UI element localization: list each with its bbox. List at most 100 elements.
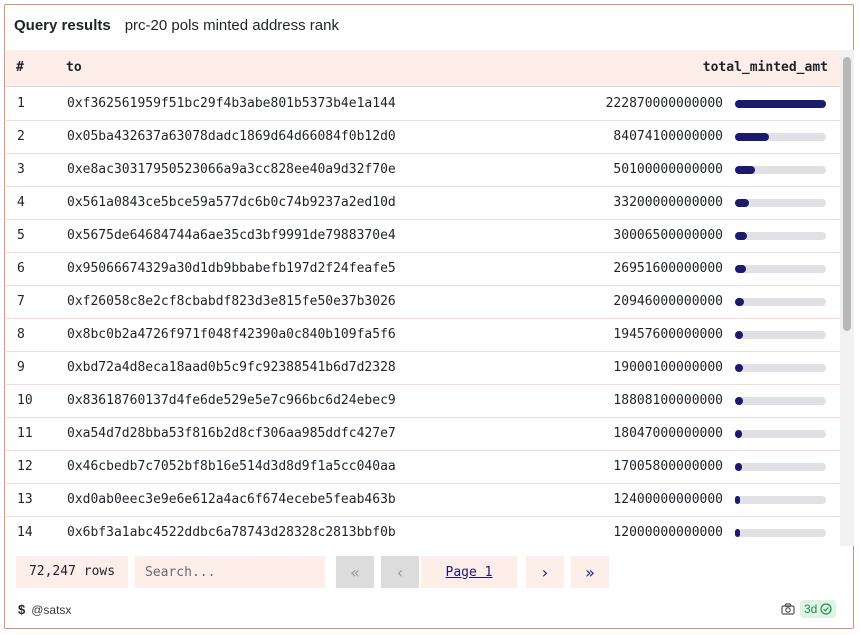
amount-bar-track bbox=[735, 463, 826, 471]
page-label: Page 1 bbox=[445, 564, 493, 580]
query-results-panel: Query results prc-20 pols minted address… bbox=[4, 4, 854, 629]
results-table: # to total_minted_amt 1 0xf362561959f51bc… bbox=[6, 50, 840, 546]
amount-bar-track bbox=[735, 232, 826, 240]
previous-page-button[interactable]: ‹ bbox=[381, 556, 419, 588]
row-address: 0xbd72a4d8eca18aad0b5c9fc92388541b6d7d23… bbox=[67, 360, 396, 375]
amount-bar-track bbox=[735, 430, 826, 438]
row-address: 0x561a0843ce5bce59a577dc6b0c74b9237a2ed1… bbox=[67, 195, 396, 210]
table-header: # to total_minted_amt bbox=[6, 50, 840, 87]
column-header-number[interactable]: # bbox=[16, 60, 24, 75]
row-number: 4 bbox=[17, 195, 25, 210]
scrollbar-thumb[interactable] bbox=[843, 57, 851, 331]
current-page-button[interactable]: Page 1 bbox=[421, 556, 517, 588]
row-address: 0x5675de64684744a6ae35cd3bf9991de7988370… bbox=[67, 228, 396, 243]
results-label: Query results bbox=[14, 17, 111, 34]
amount-bar-fill bbox=[735, 298, 744, 306]
row-number: 1 bbox=[17, 96, 25, 111]
row-address: 0x05ba432637a63078dadc1869d64d66084f0b12… bbox=[67, 129, 396, 144]
row-number: 8 bbox=[17, 327, 25, 342]
check-circle-icon bbox=[820, 603, 832, 615]
table-row[interactable]: 6 0x95066674329a30d1db9bbabefb197d2f24fea… bbox=[6, 252, 840, 286]
row-amount: 12400000000000 bbox=[613, 492, 723, 507]
row-number: 12 bbox=[17, 459, 33, 474]
row-number: 5 bbox=[17, 228, 25, 243]
row-amount: 18047000000000 bbox=[613, 426, 723, 441]
camera-icon[interactable] bbox=[781, 602, 795, 616]
amount-bar-track bbox=[735, 364, 826, 372]
amount-bar-track bbox=[735, 199, 826, 207]
query-title[interactable]: prc-20 pols minted address rank bbox=[125, 17, 339, 34]
table-row[interactable]: 5 0x5675de64684744a6ae35cd3bf9991de798837… bbox=[6, 219, 840, 253]
table-row[interactable]: 14 0x6bf3a1abc4522ddbc6a78743d28328c2813b… bbox=[6, 516, 840, 546]
query-age-badge: 3d bbox=[800, 600, 837, 618]
row-amount: 50100000000000 bbox=[613, 162, 723, 177]
amount-bar-track bbox=[735, 133, 826, 141]
row-number: 14 bbox=[17, 525, 33, 540]
amount-bar-fill bbox=[735, 430, 742, 438]
table-row[interactable]: 8 0x8bc0b2a4726f971f048f42390a0c840b109fa… bbox=[6, 318, 840, 352]
column-header-total-minted-amt[interactable]: total_minted_amt bbox=[703, 60, 828, 75]
row-number: 13 bbox=[17, 492, 33, 507]
first-page-button[interactable]: « bbox=[336, 556, 374, 588]
rows-count: 72,247 rows bbox=[16, 556, 128, 588]
row-address: 0xa54d7d28bba53f816b2d8cf306aa985ddfc427… bbox=[67, 426, 396, 441]
amount-bar-fill bbox=[735, 496, 740, 504]
chevron-right-icon: › bbox=[541, 562, 549, 582]
next-page-button[interactable]: › bbox=[526, 556, 564, 588]
amount-bar-fill bbox=[735, 232, 747, 240]
results-footer: $ @satsx 3d bbox=[5, 592, 853, 628]
amount-bar-track bbox=[735, 331, 826, 339]
row-amount: 19000100000000 bbox=[613, 360, 723, 375]
amount-bar-fill bbox=[735, 364, 743, 372]
row-address: 0xf26058c8e2cf8cbabdf823d3e815fe50e37b30… bbox=[67, 294, 396, 309]
table-row[interactable]: 4 0x561a0843ce5bce59a577dc6b0c74b9237a2ed… bbox=[6, 186, 840, 220]
amount-bar-fill bbox=[735, 166, 755, 174]
amount-bar-fill bbox=[735, 463, 742, 471]
column-header-to[interactable]: to bbox=[66, 60, 82, 75]
amount-bar-track bbox=[735, 298, 826, 306]
row-number: 7 bbox=[17, 294, 25, 309]
amount-bar-fill bbox=[735, 100, 826, 108]
row-number: 9 bbox=[17, 360, 25, 375]
chevron-left-icon: ‹ bbox=[396, 562, 404, 582]
amount-bar-track bbox=[735, 397, 826, 405]
row-address: 0xf362561959f51bc29f4b3abe801b5373b4e1a1… bbox=[67, 96, 396, 111]
table-row[interactable]: 2 0x05ba432637a63078dadc1869d64d66084f0b1… bbox=[6, 120, 840, 154]
amount-bar-fill bbox=[735, 529, 740, 537]
table-scrollbar[interactable] bbox=[840, 50, 854, 546]
double-chevron-right-icon: » bbox=[585, 562, 595, 582]
row-address: 0x95066674329a30d1db9bbabefb197d2f24feaf… bbox=[67, 261, 396, 276]
author-link[interactable]: $ @satsx bbox=[18, 602, 71, 617]
table-row[interactable]: 3 0xe8ac30317950523066a9a3cc828ee40a9d32f… bbox=[6, 153, 840, 187]
row-address: 0xd0ab0eec3e9e6e612a4ac6f674ecebe5feab46… bbox=[67, 492, 396, 507]
table-row[interactable]: 1 0xf362561959f51bc29f4b3abe801b5373b4e1a… bbox=[6, 87, 840, 121]
row-amount: 30006500000000 bbox=[613, 228, 723, 243]
table-row[interactable]: 7 0xf26058c8e2cf8cbabdf823d3e815fe50e37b3… bbox=[6, 285, 840, 319]
amount-bar-fill bbox=[735, 133, 769, 141]
last-page-button[interactable]: » bbox=[571, 556, 609, 588]
row-amount: 222870000000000 bbox=[605, 96, 723, 111]
dollar-icon: $ bbox=[18, 602, 26, 617]
amount-bar-track bbox=[735, 265, 826, 273]
table-row[interactable]: 10 0x83618760137d4fe6de529e5e7c966bc6d24e… bbox=[6, 384, 840, 418]
double-chevron-left-icon: « bbox=[350, 562, 360, 582]
row-amount: 84074100000000 bbox=[613, 129, 723, 144]
amount-bar-track bbox=[735, 529, 826, 537]
amount-bar-fill bbox=[735, 199, 749, 207]
amount-bar-fill bbox=[735, 265, 746, 273]
table-row[interactable]: 11 0xa54d7d28bba53f816b2d8cf306aa985ddfc4… bbox=[6, 417, 840, 451]
row-address: 0xe8ac30317950523066a9a3cc828ee40a9d32f7… bbox=[67, 162, 396, 177]
row-number: 3 bbox=[17, 162, 25, 177]
row-number: 11 bbox=[17, 426, 33, 441]
table-row[interactable]: 12 0x46cbedb7c7052bf8b16e514d3d8d9f1a5cc0… bbox=[6, 450, 840, 484]
amount-bar-track bbox=[735, 100, 826, 108]
row-amount: 17005800000000 bbox=[613, 459, 723, 474]
row-number: 2 bbox=[17, 129, 25, 144]
table-row[interactable]: 13 0xd0ab0eec3e9e6e612a4ac6f674ecebe5feab… bbox=[6, 483, 840, 517]
row-address: 0x46cbedb7c7052bf8b16e514d3d8d9f1a5cc040… bbox=[67, 459, 396, 474]
amount-bar-fill bbox=[735, 397, 743, 405]
row-number: 10 bbox=[17, 393, 33, 408]
table-row[interactable]: 9 0xbd72a4d8eca18aad0b5c9fc92388541b6d7d2… bbox=[6, 351, 840, 385]
row-amount: 20946000000000 bbox=[613, 294, 723, 309]
search-input[interactable] bbox=[135, 556, 325, 588]
